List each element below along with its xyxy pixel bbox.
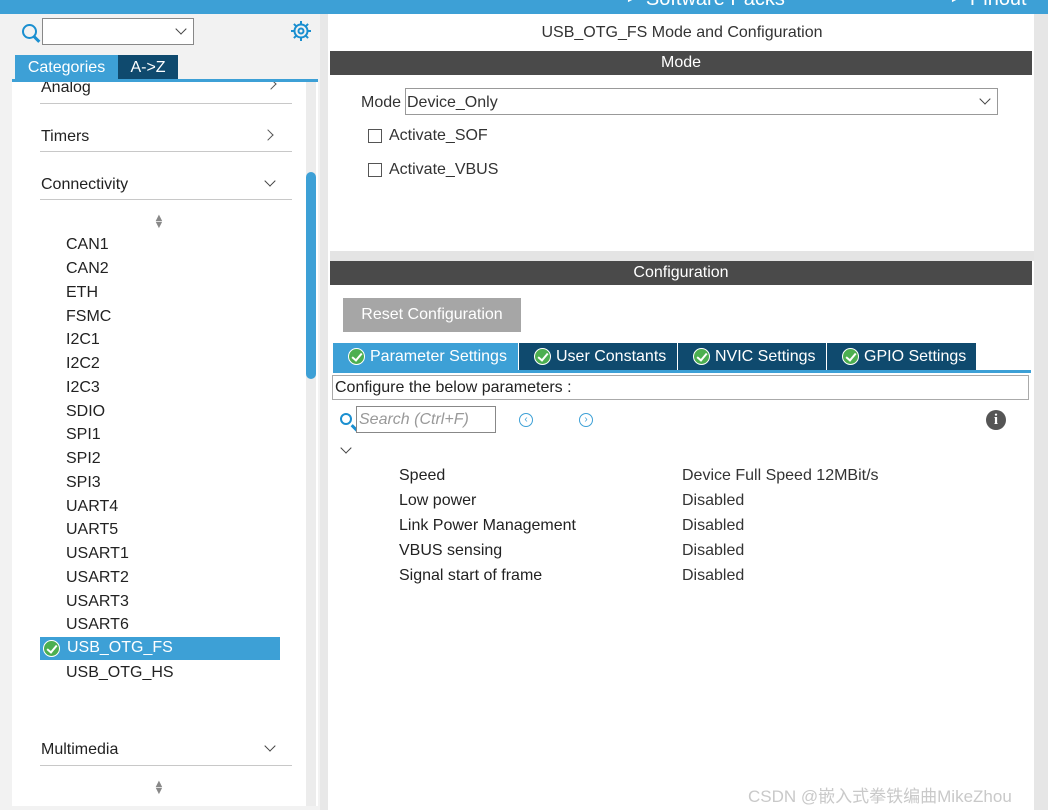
scrollbar-thumb[interactable] bbox=[306, 172, 316, 379]
tab-label: User Constants bbox=[556, 348, 667, 365]
search-placeholder: Search (Ctrl+F) bbox=[359, 411, 469, 428]
reset-configuration-button[interactable]: Reset Configuration bbox=[343, 298, 521, 332]
param-name[interactable]: VBUS sensing bbox=[399, 542, 502, 560]
category-multimedia[interactable]: Multimedia bbox=[12, 737, 306, 765]
param-value[interactable]: Disabled bbox=[682, 492, 744, 510]
configure-hint: Configure the below parameters : bbox=[332, 375, 1029, 400]
tab-user-constants[interactable]: User Constants bbox=[519, 343, 677, 371]
list-item[interactable]: CAN2 bbox=[66, 260, 109, 278]
list-item[interactable]: USART2 bbox=[66, 569, 129, 587]
mode-select-value: Device_Only bbox=[407, 94, 498, 111]
configuration-header: Configuration bbox=[330, 261, 1032, 285]
list-item[interactable]: ETH bbox=[66, 284, 98, 302]
activate-sof-checkbox[interactable] bbox=[368, 129, 382, 143]
tab-label: NVIC Settings bbox=[715, 348, 816, 365]
tab-gpio-settings[interactable]: GPIO Settings bbox=[827, 343, 976, 371]
next-icon[interactable]: › bbox=[579, 413, 593, 427]
param-name[interactable]: Low power bbox=[399, 492, 476, 510]
list-item[interactable]: USART6 bbox=[66, 616, 129, 634]
software-packs-label: Software Packs bbox=[646, 0, 785, 10]
mode-label: Mode bbox=[361, 94, 402, 111]
page-title: USB_OTG_FS Mode and Configuration bbox=[541, 24, 823, 41]
list-item[interactable]: SPI1 bbox=[66, 426, 101, 444]
info-icon[interactable]: i bbox=[986, 410, 1006, 430]
activate-vbus-label: Activate_VBUS bbox=[389, 161, 499, 178]
previous-icon[interactable]: ‹ bbox=[519, 413, 533, 427]
divider bbox=[40, 199, 292, 200]
param-value[interactable]: Disabled bbox=[682, 542, 744, 560]
list-item-label: USB_OTG_FS bbox=[67, 639, 173, 656]
list-item[interactable]: I2C2 bbox=[66, 355, 100, 373]
category-timers-label: Timers bbox=[41, 128, 90, 145]
activate-vbus-checkbox[interactable] bbox=[368, 163, 382, 177]
category-connectivity-label: Connectivity bbox=[41, 176, 129, 193]
pinout-menu[interactable]: ►Pinout bbox=[950, 0, 1027, 11]
list-item[interactable]: I2C3 bbox=[66, 379, 100, 397]
category-connectivity[interactable]: Connectivity bbox=[12, 172, 306, 200]
top-toolbar: ►Software Packs ►Pinout bbox=[0, 0, 1048, 14]
divider bbox=[40, 103, 292, 104]
param-name[interactable]: Signal start of frame bbox=[399, 567, 542, 585]
tab-categories[interactable]: Categories bbox=[15, 55, 118, 79]
watermark: CSDN @嵌入式拳铁编曲MikeZhou bbox=[748, 787, 1012, 806]
list-item[interactable]: SPI3 bbox=[66, 474, 101, 492]
search-icon[interactable] bbox=[22, 24, 37, 39]
pinout-label: Pinout bbox=[970, 0, 1027, 10]
software-packs-menu[interactable]: ►Software Packs bbox=[626, 0, 785, 11]
chevron-down-icon bbox=[175, 23, 187, 35]
divider bbox=[40, 765, 292, 766]
tab-label: Parameter Settings bbox=[370, 348, 507, 365]
param-name[interactable]: Speed bbox=[399, 467, 445, 485]
filter-select[interactable] bbox=[42, 18, 194, 45]
sort-icon[interactable]: ▲ ▼ bbox=[153, 213, 165, 231]
list-item[interactable]: USART3 bbox=[66, 593, 129, 611]
tab-label: GPIO Settings bbox=[864, 348, 967, 365]
category-multimedia-label: Multimedia bbox=[41, 741, 119, 758]
tab-a-to-z[interactable]: A->Z bbox=[118, 55, 178, 79]
category-timers[interactable]: Timers bbox=[12, 124, 306, 152]
check-circle-icon bbox=[842, 348, 859, 365]
param-name[interactable]: Link Power Management bbox=[399, 517, 576, 535]
mode-header: Mode bbox=[330, 51, 1032, 75]
tab-parameter-settings[interactable]: Parameter Settings bbox=[333, 343, 518, 371]
chevron-right-icon bbox=[265, 82, 277, 90]
check-circle-icon bbox=[534, 348, 551, 365]
check-circle-icon bbox=[348, 348, 365, 365]
list-item[interactable]: SPI2 bbox=[66, 450, 101, 468]
chevron-down-icon bbox=[979, 93, 991, 105]
sort-icon[interactable]: ▲ ▼ bbox=[153, 779, 165, 797]
list-item[interactable]: CAN1 bbox=[66, 236, 109, 254]
list-item[interactable]: UART5 bbox=[66, 521, 118, 539]
chevron-down-icon bbox=[264, 175, 276, 187]
list-item[interactable]: FSMC bbox=[66, 308, 111, 326]
panel-divider[interactable] bbox=[330, 251, 1034, 261]
search-icon bbox=[340, 413, 352, 425]
check-circle-icon bbox=[43, 640, 60, 657]
list-item[interactable]: I2C1 bbox=[66, 331, 100, 349]
mode-select[interactable]: Device_Only bbox=[405, 88, 998, 115]
activate-sof-label: Activate_SOF bbox=[389, 127, 488, 144]
chevron-right-icon bbox=[262, 129, 274, 141]
list-item[interactable]: SDIO bbox=[66, 403, 105, 421]
side-collapse-bar[interactable] bbox=[1034, 14, 1048, 810]
divider bbox=[40, 151, 292, 152]
category-analog-label: Analog bbox=[41, 82, 91, 96]
tab-underline bbox=[333, 370, 1031, 373]
list-item[interactable]: USB_OTG_HS bbox=[66, 664, 174, 682]
param-value[interactable]: Disabled bbox=[682, 517, 744, 535]
category-analog[interactable]: Analog bbox=[12, 82, 306, 104]
gear-icon[interactable] bbox=[290, 20, 312, 42]
list-item[interactable]: UART4 bbox=[66, 498, 118, 516]
list-item-selected[interactable]: USB_OTG_FS bbox=[40, 637, 280, 660]
check-circle-icon bbox=[693, 348, 710, 365]
param-value[interactable]: Disabled bbox=[682, 567, 744, 585]
param-value[interactable]: Device Full Speed 12MBit/s bbox=[682, 467, 879, 485]
list-item[interactable]: USART1 bbox=[66, 545, 129, 563]
chevron-down-icon bbox=[264, 740, 276, 752]
tab-nvic-settings[interactable]: NVIC Settings bbox=[678, 343, 826, 371]
